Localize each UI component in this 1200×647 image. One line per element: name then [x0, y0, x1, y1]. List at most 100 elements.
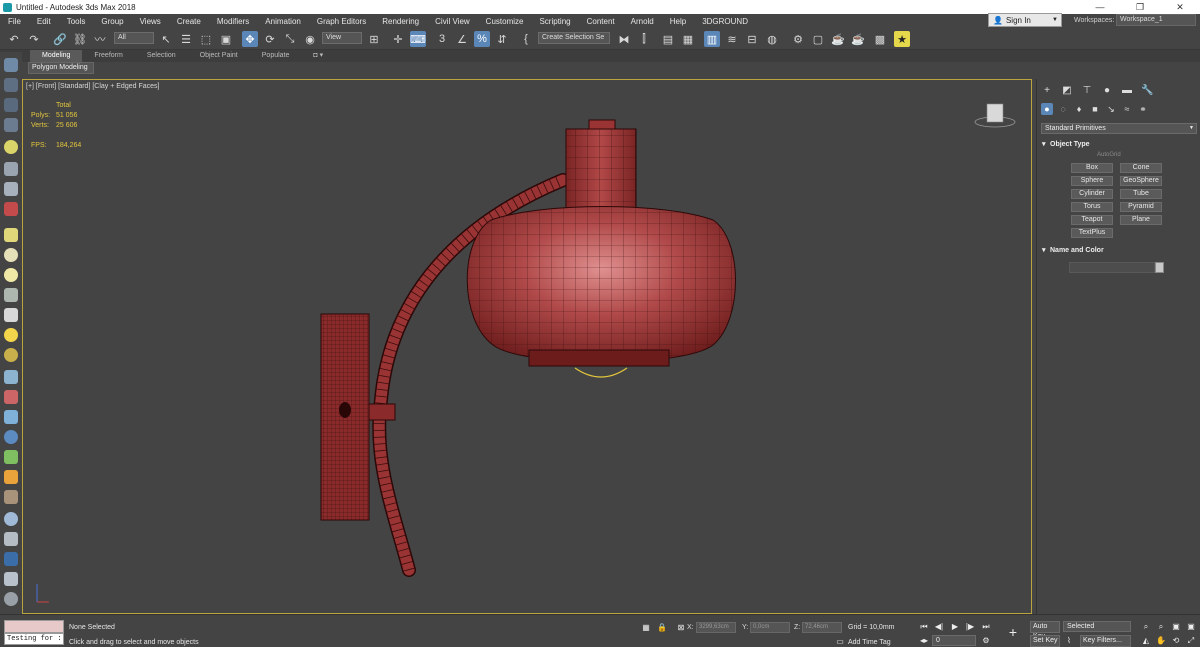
- next-frame-icon[interactable]: |▶: [964, 621, 976, 633]
- tab-object-paint[interactable]: Object Paint: [188, 50, 250, 62]
- wall-lamp-model[interactable]: [23, 80, 1032, 614]
- time-tag-icon[interactable]: ▭: [834, 636, 846, 647]
- menu-graph-editors[interactable]: Graph Editors: [309, 17, 374, 26]
- autogrid-checkbox[interactable]: AutoGrid: [1097, 152, 1121, 158]
- helpers-icon[interactable]: ↘: [1105, 103, 1117, 115]
- select-object-icon[interactable]: ↖: [158, 31, 174, 47]
- unlink-icon[interactable]: ⛓: [72, 31, 88, 47]
- utilities-tab-icon[interactable]: 🔧: [1141, 85, 1153, 97]
- keyboard-shortcut-override-icon[interactable]: ⌨: [410, 31, 426, 47]
- render-iterative-icon[interactable]: ☕: [850, 31, 866, 47]
- plane-button[interactable]: Plane: [1120, 215, 1162, 225]
- globe-icon[interactable]: [4, 430, 18, 444]
- rectangular-selection-icon[interactable]: ⬚: [198, 31, 214, 47]
- undo-icon[interactable]: ↶: [6, 31, 22, 47]
- key-mode-select[interactable]: Selected: [1063, 621, 1131, 632]
- select-and-move-icon[interactable]: ✥: [242, 31, 258, 47]
- select-and-place-icon[interactable]: ◉: [302, 31, 318, 47]
- lights-icon[interactable]: ♦: [1073, 103, 1085, 115]
- particles-icon[interactable]: [4, 202, 18, 216]
- play-icon[interactable]: ▶: [949, 621, 961, 633]
- utility-icon[interactable]: [4, 532, 18, 546]
- add-time-tag-button[interactable]: Add Time Tag: [848, 639, 891, 646]
- primitive-category-select[interactable]: Standard Primitives ▼: [1041, 123, 1197, 134]
- cone-icon[interactable]: [4, 308, 18, 322]
- sphere-button[interactable]: Sphere: [1071, 176, 1113, 186]
- display-tab-icon[interactable]: ▬: [1121, 85, 1133, 97]
- hierarchy-tab-icon[interactable]: ⊤: [1081, 85, 1093, 97]
- auto-key-button[interactable]: Auto Key: [1030, 621, 1060, 640]
- name-and-color-rollout[interactable]: Name and Color: [1041, 245, 1197, 257]
- menu-scripting[interactable]: Scripting: [531, 17, 578, 26]
- viewport-layout-icon[interactable]: [4, 58, 18, 72]
- tab-selection[interactable]: Selection: [135, 50, 188, 62]
- default-tangent-icon[interactable]: ⌇: [1063, 635, 1075, 647]
- menu-animation[interactable]: Animation: [257, 17, 309, 26]
- set-key-button[interactable]: Set Key: [1030, 635, 1060, 647]
- rock-icon[interactable]: [4, 490, 18, 504]
- align-icon[interactable]: ⫿: [636, 31, 652, 47]
- reference-coordinate-select[interactable]: View: [322, 32, 362, 44]
- render-setup-icon[interactable]: ⚙: [790, 31, 806, 47]
- modify-tab-icon[interactable]: ◩: [1061, 85, 1073, 97]
- helper-icon[interactable]: [4, 182, 18, 196]
- x-coord-field[interactable]: 3299,63cm: [696, 622, 736, 633]
- menu-arnold[interactable]: Arnold: [623, 17, 662, 26]
- menu-help[interactable]: Help: [662, 17, 694, 26]
- go-to-start-icon[interactable]: ⏮: [918, 621, 930, 633]
- polygon-modeling-panel[interactable]: Polygon Modeling: [28, 62, 94, 74]
- current-frame-field[interactable]: 0: [932, 635, 976, 646]
- close-button[interactable]: ✕: [1160, 0, 1200, 14]
- menu-group[interactable]: Group: [93, 17, 131, 26]
- geometry-icon[interactable]: ●: [1041, 103, 1053, 115]
- tab-freeform[interactable]: Freeform: [82, 50, 134, 62]
- tab-populate[interactable]: Populate: [250, 50, 302, 62]
- object-name-field[interactable]: [1069, 262, 1155, 273]
- previous-frame-icon[interactable]: ◀|: [933, 621, 945, 633]
- environment-sphere-icon[interactable]: [4, 512, 18, 526]
- zoom-extents-all-icon[interactable]: ▣: [1185, 621, 1197, 633]
- link-icon[interactable]: 🔗: [52, 31, 68, 47]
- curve-editor-icon[interactable]: ≋: [724, 31, 740, 47]
- rendered-frame-window-icon[interactable]: ▢: [810, 31, 826, 47]
- ribbon-toggle-icon[interactable]: ▥: [704, 31, 720, 47]
- layer-side-icon[interactable]: [4, 98, 18, 112]
- systems-icon[interactable]: ⚭: [1137, 103, 1149, 115]
- torus-button[interactable]: Torus: [1071, 202, 1113, 212]
- cylinder-icon[interactable]: [4, 572, 18, 586]
- bind-spacewarp-icon[interactable]: 〰: [92, 31, 108, 47]
- tree-icon[interactable]: [4, 450, 18, 464]
- mirror-icon[interactable]: ⧓: [616, 31, 632, 47]
- set-key-big-icon[interactable]: +: [1004, 623, 1022, 641]
- menu-civil-view[interactable]: Civil View: [427, 17, 478, 26]
- maxscript-listener-mini[interactable]: [4, 620, 64, 633]
- tube-button[interactable]: Tube: [1120, 189, 1162, 199]
- select-by-name-icon[interactable]: ☰: [178, 31, 194, 47]
- isolate-selection-icon[interactable]: ▦: [640, 622, 652, 634]
- field-of-view-icon[interactable]: ◭: [1140, 635, 1152, 647]
- selection-lock-icon[interactable]: 🔒: [656, 622, 668, 634]
- menu-modifiers[interactable]: Modifiers: [209, 17, 257, 26]
- lamp-cap[interactable]: [565, 119, 637, 212]
- box-button[interactable]: Box: [1071, 163, 1113, 173]
- shapes-icon[interactable]: ◌: [1057, 103, 1069, 115]
- absolute-mode-icon[interactable]: ⊠: [675, 622, 687, 634]
- plane-primitive-icon[interactable]: [4, 228, 18, 242]
- key-filters-button[interactable]: Key Filters...: [1080, 635, 1131, 647]
- selection-filter-select[interactable]: All: [114, 32, 154, 44]
- plugin-star-icon[interactable]: ★: [894, 31, 910, 47]
- menu-create[interactable]: Create: [169, 17, 209, 26]
- object-type-rollout[interactable]: Object Type: [1041, 139, 1197, 151]
- tab-modeling[interactable]: Modeling: [30, 50, 83, 62]
- layer-explorer-icon[interactable]: ▦: [680, 31, 696, 47]
- go-to-end-icon[interactable]: ⏭: [980, 621, 992, 633]
- angle-snap-icon[interactable]: ∠: [454, 31, 470, 47]
- hemisphere-icon[interactable]: [4, 248, 18, 262]
- material-editor-icon[interactable]: ◍: [764, 31, 780, 47]
- menu-tools[interactable]: Tools: [59, 17, 94, 26]
- schematic-view-icon[interactable]: ⊟: [744, 31, 760, 47]
- pan-icon[interactable]: ✋: [1155, 635, 1167, 647]
- menu-views[interactable]: Views: [132, 17, 169, 26]
- geosphere-button[interactable]: GeoSphere: [1120, 176, 1162, 186]
- scene-explorer-icon[interactable]: ▤: [660, 31, 676, 47]
